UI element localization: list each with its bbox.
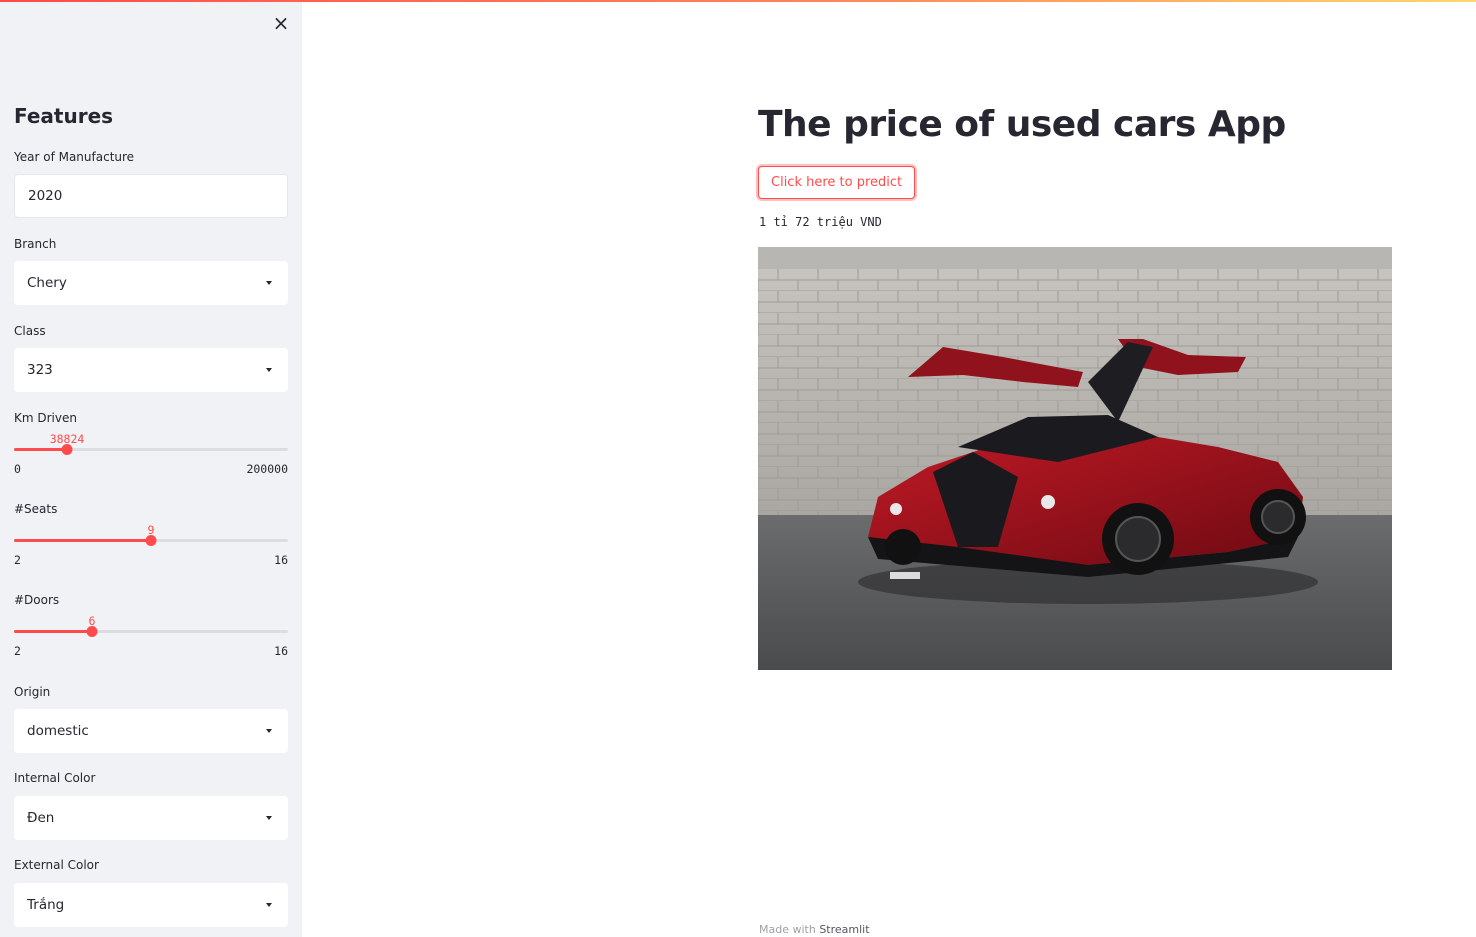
origin-label: Origin bbox=[14, 685, 51, 699]
internal-color-value: Đen bbox=[27, 810, 55, 826]
seats-max: 16 bbox=[274, 553, 288, 567]
chevron-down-icon bbox=[266, 903, 272, 907]
chevron-down-icon bbox=[266, 281, 272, 285]
top-decoration-bar bbox=[0, 0, 1476, 2]
km-min: 0 bbox=[14, 462, 21, 476]
footer: Made with Streamlit bbox=[759, 923, 870, 936]
class-value: 323 bbox=[27, 362, 53, 378]
chevron-down-icon bbox=[266, 729, 272, 733]
internal-color-select[interactable]: Đen bbox=[14, 796, 288, 840]
km-slider-thumb[interactable] bbox=[61, 444, 73, 455]
year-label: Year of Manufacture bbox=[14, 150, 135, 164]
close-icon[interactable]: × bbox=[270, 12, 292, 34]
doors-slider-thumb[interactable] bbox=[86, 626, 98, 637]
doors-max: 16 bbox=[274, 644, 288, 658]
sidebar: × Features Year of Manufacture 2020 Bran… bbox=[0, 0, 302, 937]
origin-value: domestic bbox=[27, 723, 89, 739]
year-value: 2020 bbox=[28, 188, 63, 204]
predict-button[interactable]: Click here to predict bbox=[758, 166, 916, 199]
footer-prefix: Made with bbox=[759, 923, 820, 936]
class-select[interactable]: 323 bbox=[14, 348, 288, 392]
branch-select[interactable]: Chery bbox=[14, 261, 288, 305]
km-max: 200000 bbox=[246, 462, 288, 476]
chevron-down-icon bbox=[266, 816, 272, 820]
seats-slider-thumb[interactable] bbox=[145, 535, 157, 546]
car-illustration bbox=[758, 247, 1392, 670]
internal-color-label: Internal Color bbox=[14, 771, 96, 785]
external-color-label: External Color bbox=[14, 858, 99, 872]
car-image bbox=[758, 247, 1392, 670]
doors-slider[interactable]: 6 2 16 bbox=[14, 614, 288, 664]
doors-min: 2 bbox=[14, 644, 21, 658]
external-color-value: Trắng bbox=[27, 897, 65, 913]
page-title: The price of used cars App bbox=[758, 104, 1286, 145]
footer-brand-link[interactable]: Streamlit bbox=[819, 923, 869, 936]
doors-label: #Doors bbox=[14, 593, 60, 607]
doors-slider-fill bbox=[14, 630, 92, 633]
class-label: Class bbox=[14, 324, 46, 338]
origin-select[interactable]: domestic bbox=[14, 709, 288, 753]
km-slider-fill bbox=[14, 448, 67, 451]
branch-value: Chery bbox=[27, 275, 67, 291]
prediction-result: 1 tỉ 72 triệu VND bbox=[759, 215, 882, 229]
km-slider[interactable]: 38824 0 200000 bbox=[14, 432, 288, 482]
branch-label: Branch bbox=[14, 237, 57, 251]
seats-label: #Seats bbox=[14, 502, 58, 516]
chevron-down-icon bbox=[266, 368, 272, 372]
year-input[interactable]: 2020 bbox=[14, 174, 288, 218]
seats-slider[interactable]: 9 2 16 bbox=[14, 523, 288, 573]
seats-min: 2 bbox=[14, 553, 21, 567]
external-color-select[interactable]: Trắng bbox=[14, 883, 288, 927]
sidebar-title: Features bbox=[14, 104, 114, 128]
seats-slider-fill bbox=[14, 539, 151, 542]
km-label: Km Driven bbox=[14, 411, 77, 425]
